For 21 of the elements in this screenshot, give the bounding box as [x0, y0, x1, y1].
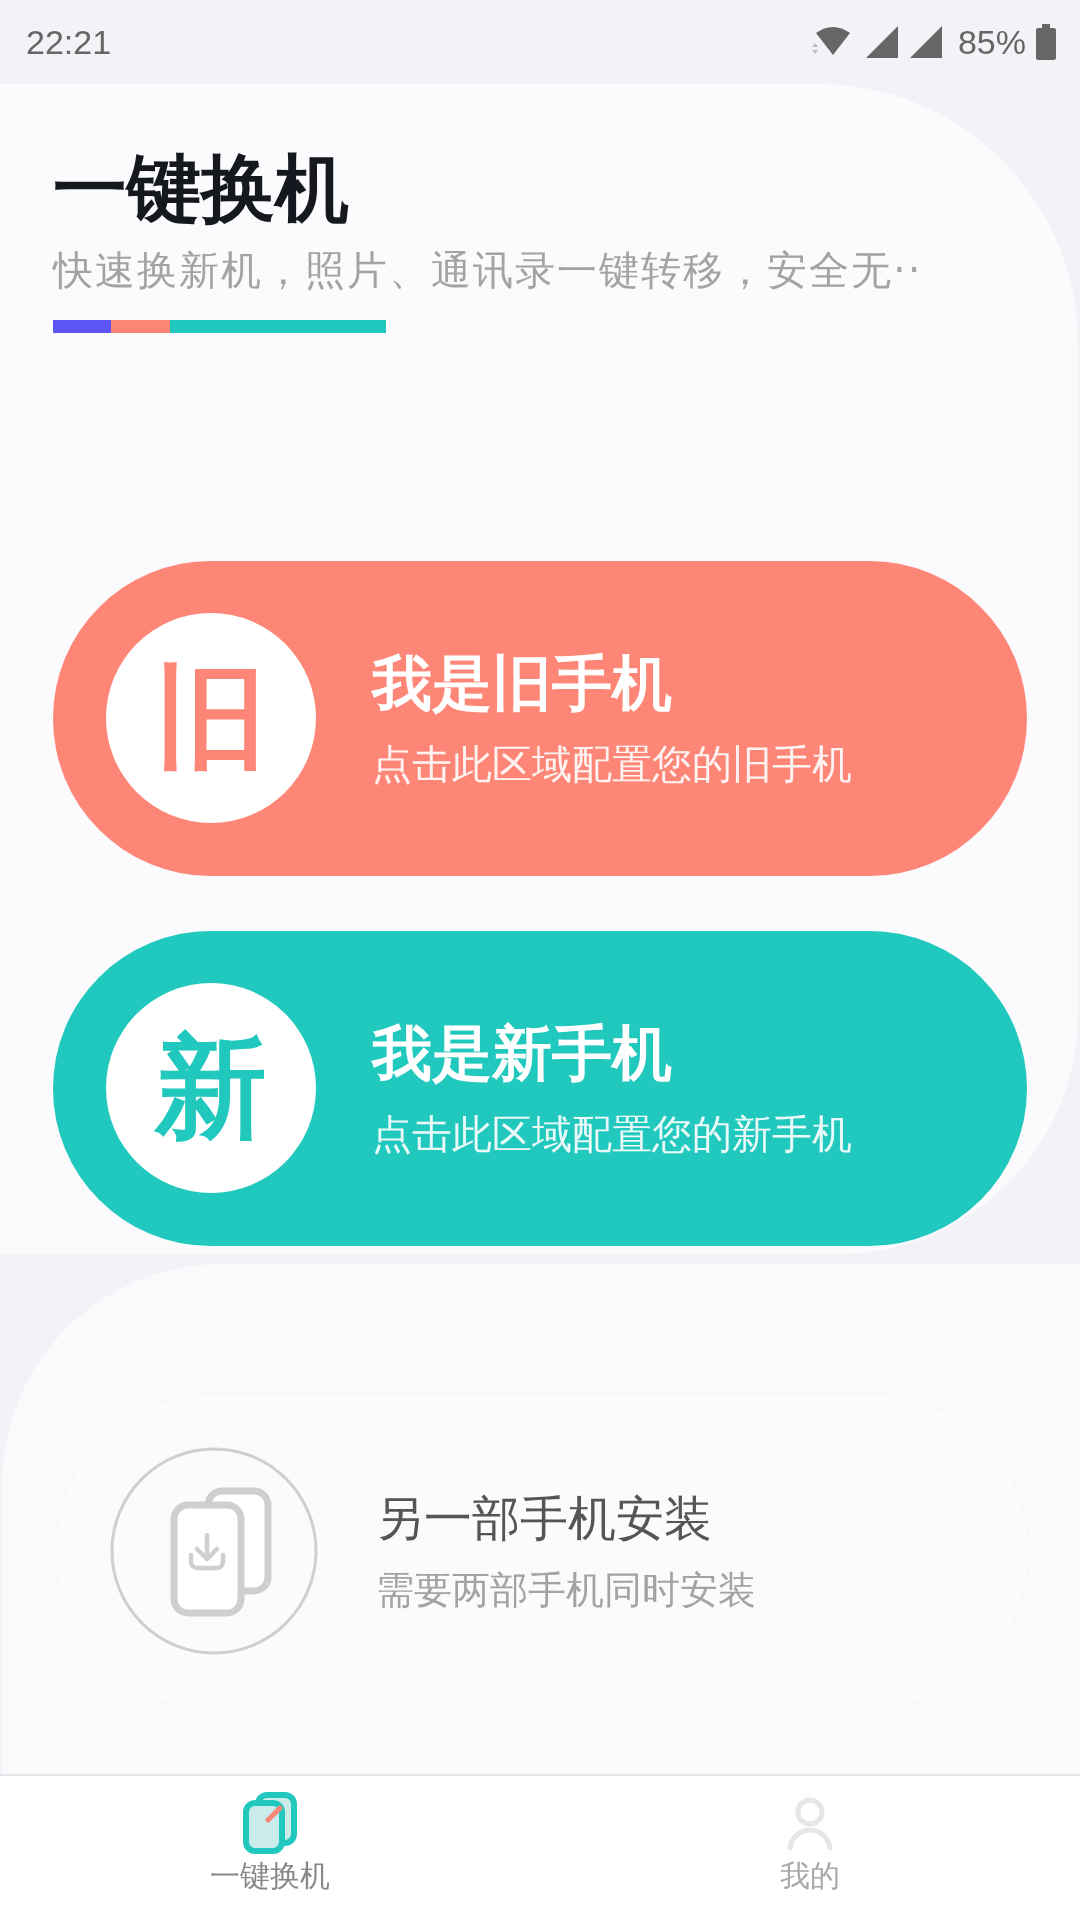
status-time: 22:21: [26, 22, 112, 62]
card-subtitle: 点击此区域配置您的旧手机: [372, 740, 852, 790]
nav-tab[interactable]: 一键换机: [0, 1776, 540, 1920]
card-subtitle: 点击此区域配置您的新手机: [372, 1110, 852, 1160]
phones-icon: [242, 1792, 298, 1854]
install-card[interactable]: 另一部手机安装 需要两部手机同时安装: [55, 1393, 1029, 1709]
role-card[interactable]: 旧 我是旧手机 点击此区域配置您的旧手机: [53, 560, 1027, 876]
badge-circle: 旧: [106, 613, 316, 824]
role-card[interactable]: 新 我是新手机 点击此区域配置您的新手机: [53, 930, 1027, 1246]
page-title: 一键换机: [53, 144, 350, 233]
badge-circle: 新: [106, 983, 316, 1194]
card-title: 我是新手机: [372, 1017, 673, 1091]
card-subtitle: 需要两部手机同时安装: [376, 1566, 756, 1614]
battery-percent: 85%: [957, 22, 1026, 62]
page-subtitle: 快速换新机，照片、通讯录一键转移，安全无··: [53, 245, 924, 295]
battery-icon: [1036, 24, 1056, 60]
signal-icon: [865, 26, 900, 58]
signal-icon: [909, 26, 944, 58]
nav-tab[interactable]: 我的: [540, 1776, 1080, 1920]
card-title: 另一部手机安装: [376, 1488, 713, 1548]
card-title: 我是旧手机: [372, 647, 673, 721]
